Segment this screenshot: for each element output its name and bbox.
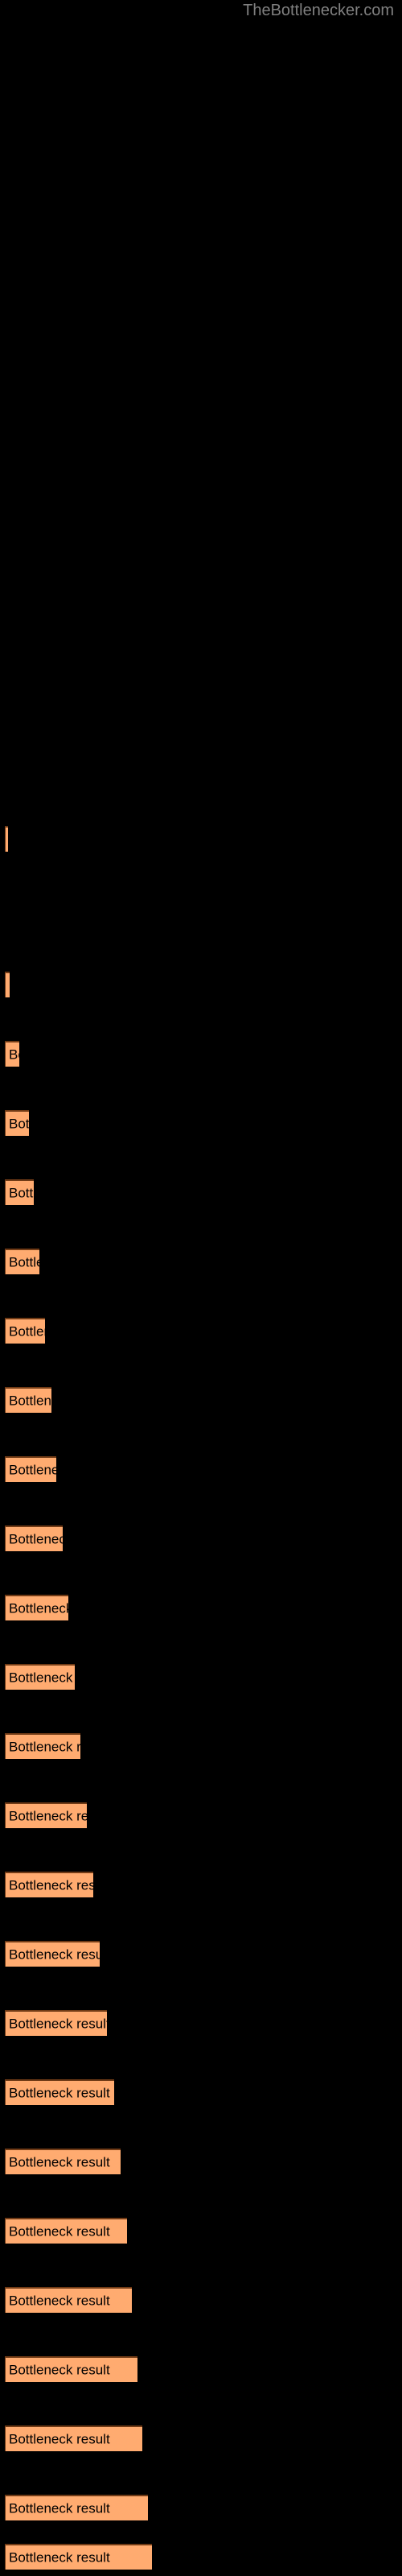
bar-label: Bottleneck result <box>9 2500 110 2516</box>
bar-label: Bottleneck result <box>9 978 10 993</box>
bar-label: Bottleneck result <box>9 2016 107 2032</box>
bar[interactable]: Bottleneck result <box>5 1387 51 1413</box>
bar-row: Bottleneck result <box>0 2495 402 2522</box>
bar-row: Bottleneck result <box>0 2010 402 2037</box>
bar-row: Bottleneck result <box>0 1456 402 1484</box>
bar-row: Bottleneck result <box>0 1872 402 1899</box>
bar[interactable]: Bottleneck result <box>5 1179 34 1205</box>
bar-label: Bottleneck result <box>9 2223 110 2240</box>
bar-row: Bottleneck result <box>0 1802 402 1830</box>
bar[interactable]: Bottleneck result <box>5 2010 107 2036</box>
bar-label: Bottleneck result <box>9 2154 110 2170</box>
bar-row: Bottleneck result <box>0 1664 402 1691</box>
bar-label: Bottleneck result <box>9 1323 45 1340</box>
bottleneck-chart-page: TheBottlenecker.com Bottleneck resultBot… <box>0 0 402 2576</box>
bar[interactable]: Bottleneck result <box>5 1456 56 1482</box>
bar[interactable]: Bottleneck result <box>5 1664 75 1690</box>
bar-label: Bottleneck result <box>9 1254 39 1270</box>
bar[interactable]: Bottleneck result <box>5 1318 45 1344</box>
bar-label: Bottleneck result <box>9 1600 68 1616</box>
bar[interactable]: Bottleneck result <box>5 2495 148 2520</box>
bar-label: Bottleneck result <box>9 1393 51 1409</box>
bar-label: Bottleneck result <box>9 2293 110 2309</box>
bar[interactable]: Bottleneck result <box>5 1941 100 1967</box>
bar-row: Bottleneck result <box>0 2356 402 2384</box>
bar-label: Bottleneck result <box>9 1808 87 1824</box>
bar-label: Bottleneck result <box>9 1877 93 1893</box>
bar-row: Bottleneck result <box>0 1179 402 1207</box>
bar-label: Bottleneck result <box>9 1946 100 1963</box>
bar-row: Bottleneck result <box>0 2079 402 2107</box>
bar-row: Bottleneck result <box>0 1041 402 1068</box>
bar[interactable]: Bottleneck result <box>5 972 10 997</box>
bar-row: Bottleneck result <box>0 1595 402 1622</box>
bar[interactable]: Bottleneck result <box>5 2218 127 2244</box>
bar[interactable]: Bottleneck result <box>5 2544 152 2570</box>
bar-label: Bottleneck result <box>9 2085 110 2101</box>
bar-row: Bottleneck result <box>0 826 402 853</box>
bar-row: Bottleneck result <box>0 1110 402 1137</box>
bar[interactable]: Bottleneck result <box>5 1110 29 1136</box>
bar-label: Bottleneck result <box>9 1670 75 1686</box>
bar[interactable]: Bottleneck result <box>5 1872 93 1897</box>
horizontal-bar-chart: Bottleneck result Bottleneck result Bottle… <box>0 0 402 2576</box>
bar[interactable]: Bottleneck result <box>5 1802 87 1828</box>
bar[interactable]: Bottleneck result <box>5 1595 68 1620</box>
bar[interactable]: Bottleneck result <box>5 2079 114 2105</box>
bar[interactable]: Bottleneck result <box>5 1041 19 1067</box>
bar-row: Bottleneck result <box>0 2544 402 2571</box>
bar-row: Bottleneck result <box>0 1249 402 1276</box>
bar-label: Bottleneck result <box>9 1462 56 1478</box>
bar-row: Bottleneck result <box>0 2218 402 2245</box>
bar[interactable]: Bottleneck result <box>5 2425 142 2451</box>
bar-row: Bottleneck result <box>0 2425 402 2453</box>
bar-label: Bottleneck result <box>9 2362 110 2378</box>
bar-label: Bottleneck result <box>9 2549 110 2566</box>
bar-label: Bottleneck result <box>9 1185 34 1201</box>
bar[interactable]: Bottleneck result <box>5 2356 137 2382</box>
bar[interactable]: Bottleneck result <box>5 2287 132 2313</box>
bar-row: Bottleneck result <box>0 1387 402 1414</box>
bar[interactable]: Bottleneck result <box>5 2149 121 2174</box>
bar-label: Bottleneck result <box>9 1531 63 1547</box>
bar-label: Bottleneck result <box>9 1046 19 1063</box>
bar-label: Bottleneck result <box>9 1116 29 1132</box>
bar[interactable]: Bottleneck result <box>5 1733 80 1759</box>
bar-row: Bottleneck result <box>0 1941 402 1968</box>
bar-row: Bottleneck result <box>0 1733 402 1761</box>
bar-row: Bottleneck result <box>0 972 402 999</box>
bar-row: Bottleneck result <box>0 2149 402 2176</box>
bar-label: Bottleneck result <box>9 2431 110 2447</box>
bar-row: Bottleneck result <box>0 2287 402 2314</box>
bar-label: Bottleneck result <box>9 1739 80 1755</box>
bar[interactable]: Bottleneck result <box>5 1525 63 1551</box>
bar[interactable]: Bottleneck result <box>5 826 8 852</box>
bar-row: Bottleneck result <box>0 1525 402 1553</box>
bar-row: Bottleneck result <box>0 1318 402 1345</box>
bar[interactable]: Bottleneck result <box>5 1249 39 1274</box>
